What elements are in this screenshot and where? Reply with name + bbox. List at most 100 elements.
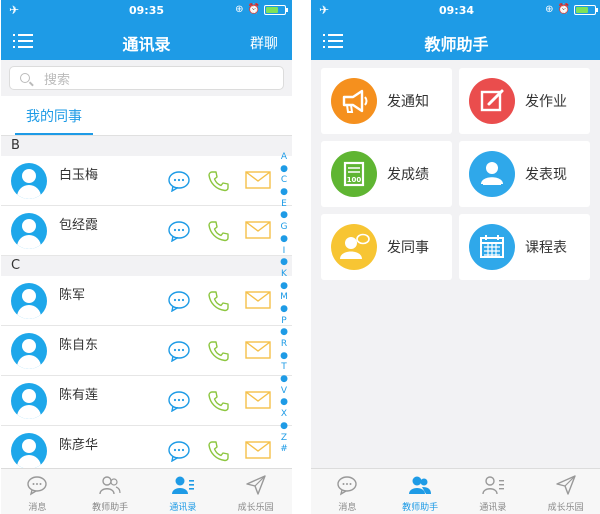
- group-chat-button[interactable]: 群聊: [250, 33, 278, 53]
- search-input[interactable]: 搜索: [9, 66, 284, 90]
- chat-icon[interactable]: [167, 170, 191, 192]
- index-letter[interactable]: ●: [280, 234, 288, 246]
- contact-name: 陈有莲: [59, 388, 99, 403]
- phone-icon[interactable]: [207, 390, 229, 412]
- section-header: C: [1, 256, 292, 276]
- colleague-tab-bar: 我的同事: [1, 96, 292, 136]
- tab-label: 通讯录: [169, 503, 197, 513]
- tab-label: 教师助手: [402, 503, 439, 513]
- index-letter[interactable]: T: [281, 362, 287, 374]
- phone-icon[interactable]: [207, 220, 229, 242]
- contact-row[interactable]: 陈有莲: [1, 376, 292, 426]
- index-letter[interactable]: ●: [280, 351, 288, 363]
- contact-row[interactable]: 白玉梅: [1, 156, 292, 206]
- contact-name: 陈自东: [59, 338, 99, 353]
- index-letter[interactable]: G: [281, 222, 288, 234]
- paper-plane-icon: [555, 475, 576, 495]
- index-letter[interactable]: M: [280, 292, 288, 304]
- tab-teacher-assistant[interactable]: 教师助手: [384, 469, 457, 514]
- teacher-assistant-icon: [99, 476, 121, 495]
- phone-icon[interactable]: [207, 340, 229, 362]
- contact-row[interactable]: 包经霞: [1, 206, 292, 256]
- tab-contacts[interactable]: 通讯录: [147, 469, 220, 514]
- bottom-tab-bar: 消息 教师助手 通讯录 成长乐园: [311, 468, 600, 514]
- avatar: [11, 433, 47, 469]
- index-letter[interactable]: Z: [281, 433, 287, 445]
- tab-label: 成长乐园: [547, 503, 584, 513]
- section-header: B: [1, 136, 292, 156]
- tile-label: 课程表: [525, 240, 567, 256]
- index-letter[interactable]: ●: [280, 327, 288, 339]
- tab-contacts[interactable]: 通讯录: [457, 469, 530, 514]
- mail-icon[interactable]: [245, 340, 271, 360]
- mail-icon[interactable]: [245, 390, 271, 410]
- rotation-lock-icon: ⊕: [545, 4, 554, 15]
- index-letter[interactable]: ●: [280, 187, 288, 199]
- index-letter[interactable]: ●: [280, 421, 288, 433]
- tile-send-scores[interactable]: 100 发成绩: [321, 141, 452, 207]
- index-letter[interactable]: I: [283, 246, 286, 258]
- rotation-lock-icon: ⊕: [235, 4, 244, 15]
- index-letter[interactable]: C: [281, 175, 287, 187]
- index-letter[interactable]: ●: [280, 257, 288, 269]
- avatar: [11, 283, 47, 319]
- index-letter[interactable]: K: [281, 269, 287, 281]
- message-icon: [337, 476, 358, 496]
- tab-my-colleagues[interactable]: 我的同事: [15, 106, 93, 126]
- index-letter[interactable]: A: [281, 152, 287, 164]
- tab-message[interactable]: 消息: [311, 469, 384, 514]
- contact-row[interactable]: 陈军: [1, 276, 292, 326]
- tile-timetable[interactable]: 课程表: [459, 214, 590, 280]
- phone-icon[interactable]: [207, 170, 229, 192]
- nav-bar: 通讯录 群聊: [1, 22, 292, 60]
- index-letter[interactable]: R: [281, 339, 287, 351]
- edit-icon: [469, 78, 515, 124]
- message-icon: [27, 476, 48, 496]
- avatar: [11, 383, 47, 419]
- phone-icon[interactable]: [207, 290, 229, 312]
- index-letter[interactable]: P: [281, 316, 286, 328]
- index-letter[interactable]: #: [280, 444, 288, 456]
- index-letter[interactable]: ●: [280, 397, 288, 409]
- tab-teacher-assistant[interactable]: 教师助手: [74, 469, 147, 514]
- tile-send-notice[interactable]: 发通知: [321, 68, 452, 134]
- index-letter[interactable]: X: [281, 409, 287, 421]
- chat-icon[interactable]: [167, 220, 191, 242]
- contact-row[interactable]: 陈自东: [1, 326, 292, 376]
- tile-label: 发通知: [387, 94, 429, 110]
- mail-icon[interactable]: [245, 440, 271, 460]
- index-letter[interactable]: E: [281, 199, 287, 211]
- tab-growth-park[interactable]: 成长乐园: [529, 469, 600, 514]
- tab-label: 消息: [28, 503, 47, 513]
- index-letter[interactable]: ●: [280, 374, 288, 386]
- mail-icon[interactable]: [245, 290, 271, 310]
- tile-send-homework[interactable]: 发作业: [459, 68, 590, 134]
- tile-send-performance[interactable]: 发表现: [459, 141, 590, 207]
- tile-send-colleague[interactable]: 发同事: [321, 214, 452, 280]
- tile-label: 发同事: [387, 240, 429, 256]
- index-letter[interactable]: ●: [280, 281, 288, 293]
- chat-icon[interactable]: [167, 340, 191, 362]
- tab-label: 教师助手: [92, 503, 129, 513]
- chat-icon[interactable]: [167, 390, 191, 412]
- index-letter[interactable]: ●: [280, 210, 288, 222]
- mail-icon[interactable]: [245, 170, 271, 190]
- alphabet-index[interactable]: A ● C ● E ● G ● I ● K ● M ● P ● R ● T ● V ● X ● Z #: [278, 152, 290, 456]
- index-letter[interactable]: ●: [280, 304, 288, 316]
- mail-icon[interactable]: [245, 220, 271, 240]
- phone-icon[interactable]: [207, 440, 229, 462]
- avatar: [11, 163, 47, 199]
- index-letter[interactable]: ●: [280, 164, 288, 176]
- tab-growth-park[interactable]: 成长乐园: [219, 469, 292, 514]
- chat-icon[interactable]: [167, 440, 191, 462]
- chat-icon[interactable]: [167, 290, 191, 312]
- tab-label: 消息: [338, 503, 357, 513]
- index-letter[interactable]: V: [281, 386, 287, 398]
- status-bar: ✈ 09:34 ⊕ ⏰: [311, 0, 600, 22]
- tab-message[interactable]: 消息: [1, 469, 74, 514]
- search-placeholder: 搜索: [44, 72, 71, 88]
- score-icon: 100: [331, 151, 377, 197]
- tab-label: 通讯录: [479, 503, 507, 513]
- nav-bar: 教师助手: [311, 22, 600, 60]
- tab-label: 成长乐园: [237, 503, 274, 513]
